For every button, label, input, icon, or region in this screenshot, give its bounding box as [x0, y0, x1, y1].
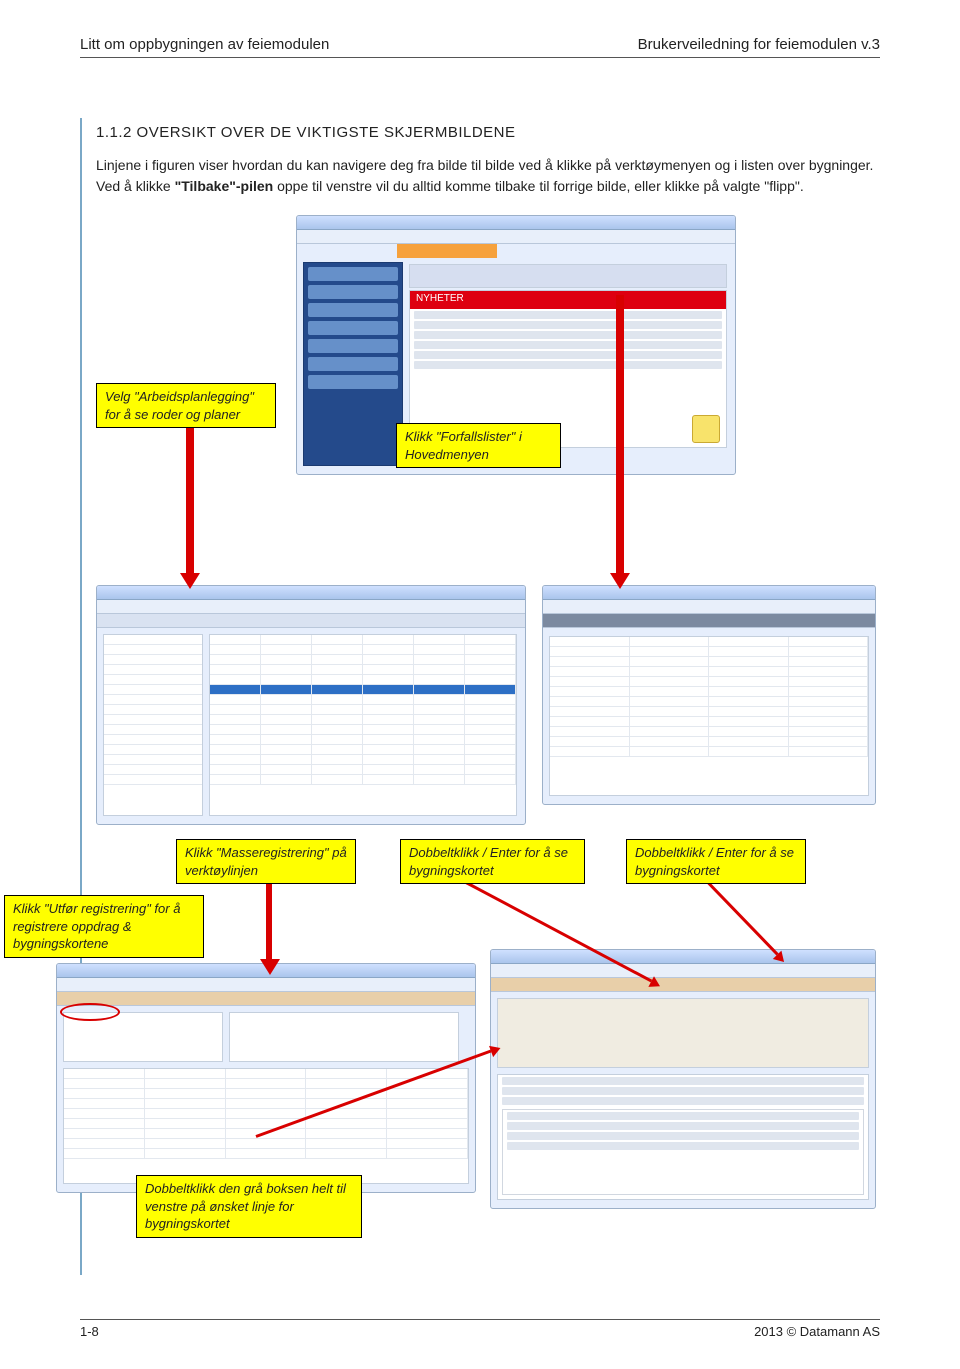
- callout-dblclick-1: Dobbeltklikk / Enter for å se bygningsko…: [400, 839, 585, 884]
- screenshot-arbeidsplan: [96, 585, 526, 825]
- arrow-massereg: [266, 881, 272, 961]
- screenshot-bygningskort: [490, 949, 876, 1209]
- arrow-down-left: [186, 425, 194, 575]
- section-heading: 1.1.2 OVERSIKT OVER DE VIKTIGSTE SKJERMB…: [96, 124, 880, 141]
- arrow-down-right: [616, 295, 624, 575]
- callout-masseregistrering: Klikk "Masseregistrering" på verktøylinj…: [176, 839, 356, 884]
- news-header: NYHETER: [410, 291, 726, 309]
- figure-area: NYHETER Velg "Arbeidsplanlegging" for å …: [96, 215, 876, 1215]
- footer-copyright: 2013 © Datamann AS: [754, 1324, 880, 1339]
- callout-utfor-registrering: Klikk "Utfør registrering" for å registr…: [4, 895, 204, 958]
- para-part2: oppe til venstre vil du alltid komme til…: [273, 178, 804, 194]
- para-bold: "Tilbake"-pilen: [175, 178, 274, 194]
- callout-dblclick-2: Dobbeltklikk / Enter for å se bygningsko…: [626, 839, 806, 884]
- callout-forfallslister: Klikk "Forfallslister" i Hovedmenyen: [396, 423, 561, 468]
- callout-arbeidsplanlegging: Velg "Arbeidsplanlegging" for å se roder…: [96, 383, 276, 428]
- arrow-diag-2: [707, 881, 779, 955]
- header-left: Litt om oppbygningen av feiemodulen: [80, 36, 329, 53]
- screenshot-forfallslister: [542, 585, 876, 805]
- header-right: Brukerveiledning for feiemodulen v.3: [638, 36, 880, 53]
- callout-dobbeltklikk-graa: Dobbeltklikk den grå boksen helt til ven…: [136, 1175, 362, 1238]
- red-ellipse-highlight: [60, 1003, 120, 1021]
- section-paragraph: Linjene i figuren viser hvordan du kan n…: [96, 155, 880, 197]
- footer-page: 1-8: [80, 1324, 99, 1339]
- sidebar-panel: [303, 262, 403, 466]
